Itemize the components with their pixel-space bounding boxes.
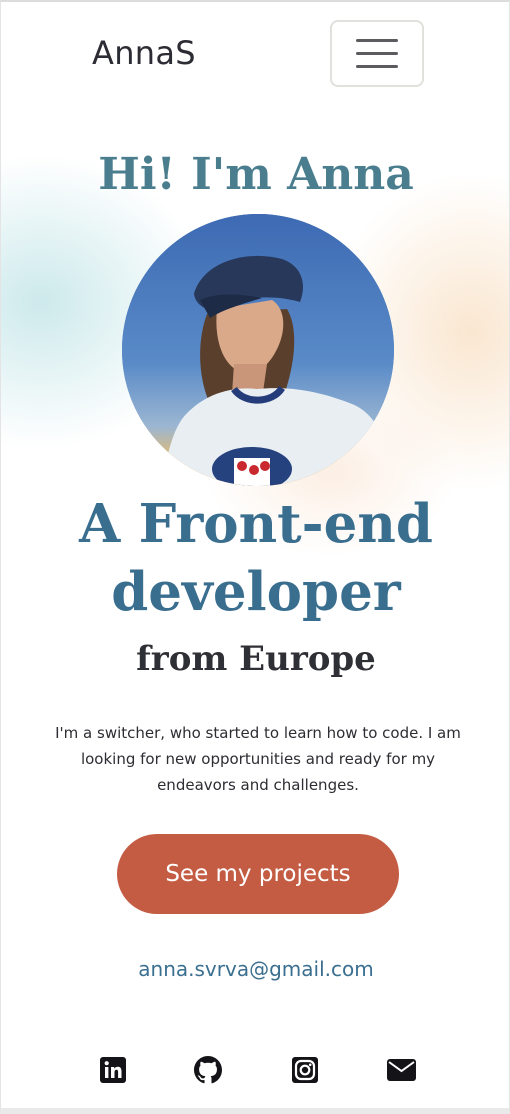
headline-line-1: A Front-end	[79, 493, 433, 555]
hamburger-menu-icon-bar-3	[356, 65, 398, 68]
instagram-icon[interactable]	[291, 1056, 319, 1084]
see-projects-button[interactable]: See my projects	[117, 834, 399, 914]
profile-photo	[122, 214, 394, 486]
menu-toggle-button[interactable]	[330, 20, 424, 87]
headline: A Front-end developer	[1, 490, 509, 626]
headline-line-2: developer	[111, 561, 401, 623]
brand-logo[interactable]: AnnaS	[92, 33, 196, 73]
hamburger-menu-icon	[356, 39, 398, 42]
github-icon[interactable]	[194, 1056, 222, 1084]
intro-paragraph: I'm a switcher, who started to learn how…	[55, 724, 461, 794]
email-link[interactable]: anna.svrva@gmail.com	[1, 954, 509, 984]
envelope-icon[interactable]	[386, 1056, 416, 1084]
subheadline: from Europe	[136, 639, 376, 679]
greeting-heading: Hi! I'm Anna	[98, 149, 414, 200]
linkedin-icon[interactable]	[99, 1056, 127, 1084]
hamburger-menu-icon-bar-2	[356, 52, 398, 55]
page: AnnaS Hi! I'm Anna A Front-end developer…	[0, 0, 510, 1114]
